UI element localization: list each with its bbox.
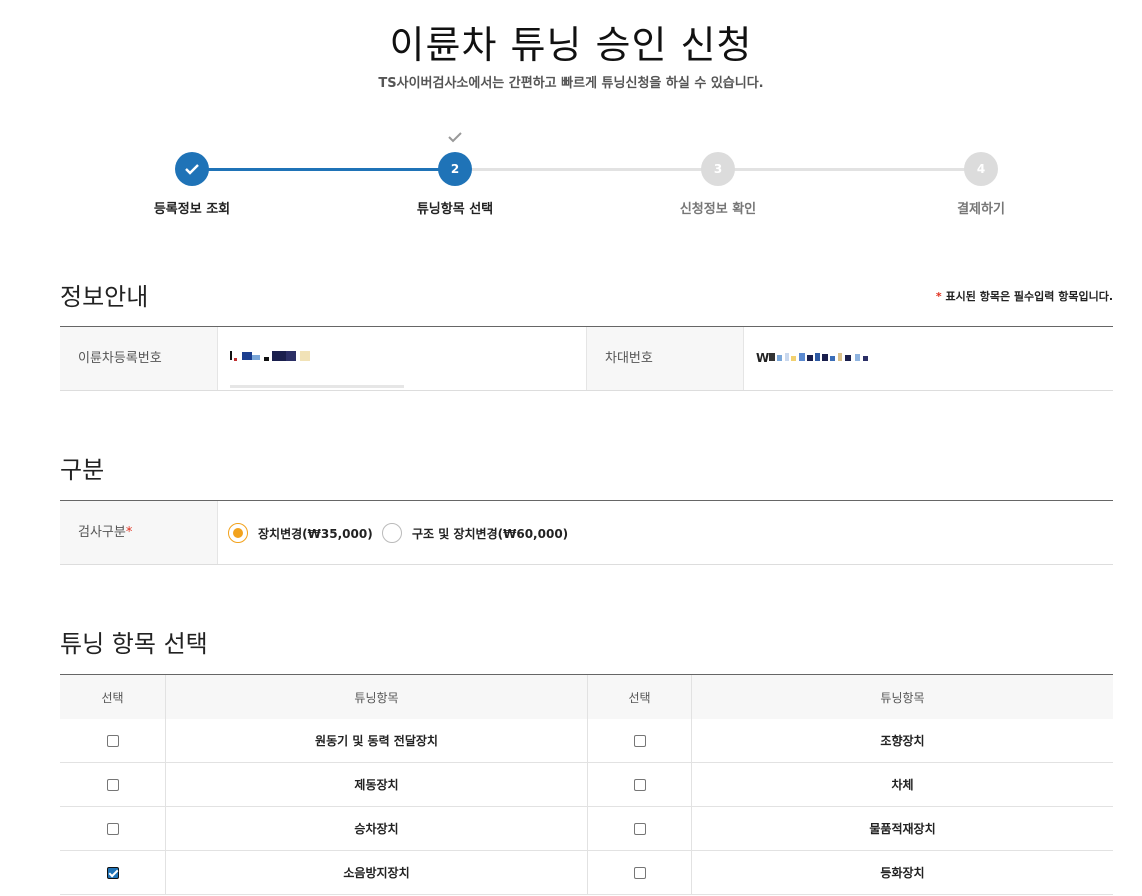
tuning-item-seating: 승차장치 [165, 807, 587, 850]
tuning-item-muffler: 소음방지장치 [165, 851, 587, 894]
required-star: * [935, 290, 942, 303]
radio-structure-device-change-label[interactable]: 구조 및 장치변경(₩60,000) [412, 525, 568, 542]
info-table: 이륜차등록번호 차대번호 W [60, 326, 1113, 391]
cell-select [60, 719, 165, 762]
checkbox-steering[interactable] [633, 734, 646, 747]
cell-select [60, 807, 165, 850]
reg-number-underline [230, 385, 404, 388]
masked-vin [769, 353, 869, 361]
radio-option-device-change[interactable]: 장치변경(₩35,000) [228, 521, 373, 545]
table-header-row: 선택 튜닝항목 선택 튜닝항목 [60, 675, 1113, 719]
inspection-type-required-star: * [125, 525, 133, 540]
checkbox-brake[interactable] [106, 778, 119, 791]
stepper-progress [192, 168, 455, 171]
tuning-item-engine-powertrain: 원동기 및 동력 전달장치 [165, 719, 587, 762]
header-item-left: 튜닝항목 [165, 675, 587, 719]
tuning-item-body: 차체 [691, 763, 1113, 806]
header-select-right: 선택 [587, 675, 691, 719]
gubun-section-title: 구분 [60, 456, 105, 484]
cell-select [587, 719, 691, 762]
step-4-node: 4 [964, 152, 998, 186]
step-3-label: 신청정보 확인 [679, 202, 757, 217]
required-note-text: 표시된 항목은 필수입력 항목입니다. [945, 290, 1113, 303]
step-4-label: 결제하기 [957, 202, 1005, 217]
page-title: 이륜차 튜닝 승인 신청 [389, 23, 753, 67]
tuning-item-brake: 제동장치 [165, 763, 587, 806]
info-section-title: 정보안내 [60, 283, 149, 311]
header-select-left: 선택 [101, 690, 124, 705]
cell-select [587, 763, 691, 806]
step-1-node [175, 152, 209, 186]
tuning-items-table: 선택 튜닝항목 선택 튜닝항목 원동기 및 동력 전달장치 조향장치 제동장치 … [60, 674, 1113, 895]
step-1-label: 등록정보 조회 [153, 202, 231, 217]
table-row: 제동장치 차체 [60, 763, 1113, 807]
step-2-node: 2 [438, 152, 472, 186]
reg-number-label: 이륜차등록번호 [60, 327, 218, 390]
gubun-table: 검사구분* 장치변경(₩35,000) 구조 및 장치변경(₩60,000) [60, 500, 1113, 565]
tuning-item-steering: 조향장치 [691, 719, 1113, 762]
checkbox-body[interactable] [633, 778, 646, 791]
table-row: 소음방지장치 등화장치 [60, 851, 1113, 895]
radio-device-change[interactable] [228, 523, 248, 543]
inspection-type-label-text: 검사구분 [78, 525, 126, 540]
reg-number-value [218, 327, 586, 390]
radio-option-structure-device-change[interactable]: 구조 및 장치변경(₩60,000) [382, 521, 568, 545]
checkbox-lighting[interactable] [633, 866, 646, 879]
tuning-section-title: 튜닝 항목 선택 [60, 630, 208, 658]
inspection-type-label: 검사구분* [60, 501, 218, 564]
radio-device-change-label[interactable]: 장치변경(₩35,000) [258, 525, 373, 542]
checkbox-cargo[interactable] [633, 822, 646, 835]
header-item-right: 튜닝항목 [691, 675, 1113, 719]
tuning-item-lighting: 등화장치 [691, 851, 1113, 894]
tuning-item-cargo: 물품적재장치 [691, 807, 1113, 850]
vin-prefix: W [756, 351, 770, 365]
page-subtitle: TS사이버검사소에서는 간편하고 빠르게 튜닝신청을 하실 수 있습니다. [378, 76, 764, 91]
required-note: * 표시된 항목은 필수입력 항목입니다. [936, 288, 1113, 304]
cell-select [587, 807, 691, 850]
current-step-marker-icon [446, 131, 464, 147]
table-row: 승차장치 물품적재장치 [60, 807, 1113, 851]
checkbox-muffler[interactable] [106, 866, 119, 879]
step-3-node: 3 [701, 152, 735, 186]
check-icon [185, 164, 199, 175]
cell-select [587, 851, 691, 894]
cell-select [60, 763, 165, 806]
cell-select [60, 851, 165, 894]
step-2-label: 튜닝항목 선택 [416, 202, 494, 217]
vin-value: W [744, 327, 1113, 390]
table-row: 원동기 및 동력 전달장치 조향장치 [60, 719, 1113, 763]
checkbox-seating[interactable] [106, 822, 119, 835]
masked-reg-number [230, 350, 310, 361]
checkbox-engine-powertrain[interactable] [106, 734, 119, 747]
radio-structure-device-change[interactable] [382, 523, 402, 543]
vin-label: 차대번호 [586, 327, 744, 390]
